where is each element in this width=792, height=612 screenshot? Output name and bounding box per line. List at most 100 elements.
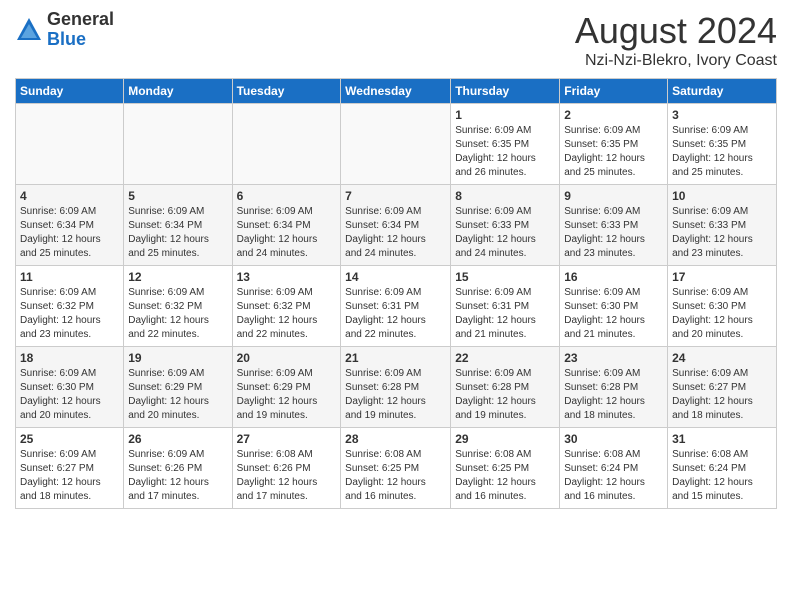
calendar-cell: 27Sunrise: 6:08 AM Sunset: 6:26 PM Dayli… bbox=[232, 428, 341, 509]
day-number: 16 bbox=[564, 270, 663, 284]
day-number: 30 bbox=[564, 432, 663, 446]
calendar-cell: 17Sunrise: 6:09 AM Sunset: 6:30 PM Dayli… bbox=[668, 266, 777, 347]
day-header-wednesday: Wednesday bbox=[341, 79, 451, 104]
day-info: Sunrise: 6:09 AM Sunset: 6:34 PM Dayligh… bbox=[20, 205, 119, 261]
calendar-cell bbox=[16, 104, 124, 185]
day-number: 31 bbox=[672, 432, 772, 446]
day-number: 2 bbox=[564, 108, 663, 122]
day-header-monday: Monday bbox=[124, 79, 232, 104]
calendar-cell: 31 Sunrise: 6:08 AM Sunset: 6:24 PM Dayli… bbox=[668, 428, 777, 509]
day-info: Sunrise: 6:09 AM Sunset: 6:28 PM Dayligh… bbox=[455, 367, 555, 423]
day-info: Sunrise: 6:09 AM Sunset: 6:28 PM Dayligh… bbox=[564, 367, 663, 423]
calendar-cell bbox=[124, 104, 232, 185]
header-row: SundayMondayTuesdayWednesdayThursdayFrid… bbox=[16, 79, 777, 104]
day-info: Sunrise: 6:08 AM Sunset: 6:24 PM Dayligh… bbox=[672, 448, 772, 504]
day-number: 26 bbox=[128, 432, 227, 446]
day-info: Sunrise: 6:09 AM Sunset: 6:32 PM Dayligh… bbox=[20, 286, 119, 342]
calendar-cell: 24 Sunrise: 6:09 AM Sunset: 6:27 PM Dayli… bbox=[668, 347, 777, 428]
day-number: 25 bbox=[20, 432, 119, 446]
day-number: 3 bbox=[672, 108, 772, 122]
day-header-sunday: Sunday bbox=[16, 79, 124, 104]
day-info: Sunrise: 6:09 AM Sunset: 6:34 PM Dayligh… bbox=[237, 205, 337, 261]
calendar-cell: 30 Sunrise: 6:08 AM Sunset: 6:24 PM Dayli… bbox=[560, 428, 668, 509]
calendar-cell: 29 Sunrise: 6:08 AM Sunset: 6:25 PM Dayli… bbox=[451, 428, 560, 509]
calendar-cell: 23 Sunrise: 6:09 AM Sunset: 6:28 PM Dayli… bbox=[560, 347, 668, 428]
calendar-cell: 11 Sunrise: 6:09 AM Sunset: 6:32 PM Dayli… bbox=[16, 266, 124, 347]
day-number: 15 bbox=[455, 270, 555, 284]
day-info: Sunrise: 6:09 AM Sunset: 6:33 PM Dayligh… bbox=[564, 205, 663, 261]
day-info: Sunrise: 6:09 AM Sunset: 6:29 PM Dayligh… bbox=[237, 367, 337, 423]
day-number: 5 bbox=[128, 189, 227, 203]
calendar-cell: 8 Sunrise: 6:09 AM Sunset: 6:33 PM Daylig… bbox=[451, 185, 560, 266]
day-number: 24 bbox=[672, 351, 772, 365]
day-number: 4 bbox=[20, 189, 119, 203]
calendar-cell: 13Sunrise: 6:09 AM Sunset: 6:32 PM Dayli… bbox=[232, 266, 341, 347]
calendar-cell bbox=[341, 104, 451, 185]
logo: General Blue bbox=[15, 10, 114, 50]
day-info: Sunrise: 6:09 AM Sunset: 6:34 PM Dayligh… bbox=[345, 205, 446, 261]
day-info: Sunrise: 6:09 AM Sunset: 6:30 PM Dayligh… bbox=[564, 286, 663, 342]
title-block: August 2024 Nzi-Nzi-Blekro, Ivory Coast bbox=[575, 10, 777, 70]
day-number: 10 bbox=[672, 189, 772, 203]
calendar-table: SundayMondayTuesdayWednesdayThursdayFrid… bbox=[15, 78, 777, 509]
day-info: Sunrise: 6:09 AM Sunset: 6:32 PM Dayligh… bbox=[128, 286, 227, 342]
day-number: 12 bbox=[128, 270, 227, 284]
calendar-cell: 15 Sunrise: 6:09 AM Sunset: 6:31 PM Dayli… bbox=[451, 266, 560, 347]
day-header-saturday: Saturday bbox=[668, 79, 777, 104]
day-info: Sunrise: 6:09 AM Sunset: 6:26 PM Dayligh… bbox=[128, 448, 227, 504]
calendar-cell bbox=[232, 104, 341, 185]
logo-text: General Blue bbox=[47, 10, 114, 50]
calendar-cell: 14 Sunrise: 6:09 AM Sunset: 6:31 PM Dayli… bbox=[341, 266, 451, 347]
calendar-cell: 2 Sunrise: 6:09 AM Sunset: 6:35 PM Daylig… bbox=[560, 104, 668, 185]
day-info: Sunrise: 6:09 AM Sunset: 6:29 PM Dayligh… bbox=[128, 367, 227, 423]
day-info: Sunrise: 6:09 AM Sunset: 6:35 PM Dayligh… bbox=[455, 124, 555, 180]
calendar-cell: 1Sunrise: 6:09 AM Sunset: 6:35 PM Daylig… bbox=[451, 104, 560, 185]
day-info: Sunrise: 6:09 AM Sunset: 6:27 PM Dayligh… bbox=[20, 448, 119, 504]
week-row-2: 4 Sunrise: 6:09 AM Sunset: 6:34 PM Daylig… bbox=[16, 185, 777, 266]
day-number: 18 bbox=[20, 351, 119, 365]
week-row-1: 1Sunrise: 6:09 AM Sunset: 6:35 PM Daylig… bbox=[16, 104, 777, 185]
month-year: August 2024 bbox=[575, 10, 777, 52]
location: Nzi-Nzi-Blekro, Ivory Coast bbox=[575, 52, 777, 70]
calendar-cell: 12 Sunrise: 6:09 AM Sunset: 6:32 PM Dayli… bbox=[124, 266, 232, 347]
day-info: Sunrise: 6:09 AM Sunset: 6:33 PM Dayligh… bbox=[455, 205, 555, 261]
day-info: Sunrise: 6:09 AM Sunset: 6:31 PM Dayligh… bbox=[455, 286, 555, 342]
day-number: 29 bbox=[455, 432, 555, 446]
calendar-cell: 20Sunrise: 6:09 AM Sunset: 6:29 PM Dayli… bbox=[232, 347, 341, 428]
week-row-5: 25 Sunrise: 6:09 AM Sunset: 6:27 PM Dayli… bbox=[16, 428, 777, 509]
day-number: 21 bbox=[345, 351, 446, 365]
day-number: 8 bbox=[455, 189, 555, 203]
day-number: 13 bbox=[237, 270, 337, 284]
day-info: Sunrise: 6:09 AM Sunset: 6:30 PM Dayligh… bbox=[20, 367, 119, 423]
logo-icon bbox=[15, 16, 43, 44]
day-header-thursday: Thursday bbox=[451, 79, 560, 104]
day-number: 23 bbox=[564, 351, 663, 365]
day-info: Sunrise: 6:09 AM Sunset: 6:27 PM Dayligh… bbox=[672, 367, 772, 423]
calendar-cell: 9 Sunrise: 6:09 AM Sunset: 6:33 PM Daylig… bbox=[560, 185, 668, 266]
calendar-cell: 18 Sunrise: 6:09 AM Sunset: 6:30 PM Dayli… bbox=[16, 347, 124, 428]
week-row-3: 11 Sunrise: 6:09 AM Sunset: 6:32 PM Dayli… bbox=[16, 266, 777, 347]
day-number: 28 bbox=[345, 432, 446, 446]
day-number: 17 bbox=[672, 270, 772, 284]
day-number: 9 bbox=[564, 189, 663, 203]
day-number: 22 bbox=[455, 351, 555, 365]
day-info: Sunrise: 6:09 AM Sunset: 6:31 PM Dayligh… bbox=[345, 286, 446, 342]
day-info: Sunrise: 6:09 AM Sunset: 6:35 PM Dayligh… bbox=[564, 124, 663, 180]
calendar-cell: 21 Sunrise: 6:09 AM Sunset: 6:28 PM Dayli… bbox=[341, 347, 451, 428]
calendar-cell: 4 Sunrise: 6:09 AM Sunset: 6:34 PM Daylig… bbox=[16, 185, 124, 266]
day-number: 11 bbox=[20, 270, 119, 284]
day-header-friday: Friday bbox=[560, 79, 668, 104]
day-info: Sunrise: 6:08 AM Sunset: 6:25 PM Dayligh… bbox=[455, 448, 555, 504]
calendar-cell: 25 Sunrise: 6:09 AM Sunset: 6:27 PM Dayli… bbox=[16, 428, 124, 509]
calendar-cell: 6Sunrise: 6:09 AM Sunset: 6:34 PM Daylig… bbox=[232, 185, 341, 266]
calendar-cell: 3Sunrise: 6:09 AM Sunset: 6:35 PM Daylig… bbox=[668, 104, 777, 185]
day-info: Sunrise: 6:09 AM Sunset: 6:34 PM Dayligh… bbox=[128, 205, 227, 261]
day-info: Sunrise: 6:08 AM Sunset: 6:26 PM Dayligh… bbox=[237, 448, 337, 504]
page-header: General Blue August 2024 Nzi-Nzi-Blekro,… bbox=[15, 10, 777, 70]
calendar-cell: 16 Sunrise: 6:09 AM Sunset: 6:30 PM Dayli… bbox=[560, 266, 668, 347]
day-info: Sunrise: 6:09 AM Sunset: 6:28 PM Dayligh… bbox=[345, 367, 446, 423]
day-number: 7 bbox=[345, 189, 446, 203]
day-number: 14 bbox=[345, 270, 446, 284]
calendar-cell: 26 Sunrise: 6:09 AM Sunset: 6:26 PM Dayli… bbox=[124, 428, 232, 509]
day-info: Sunrise: 6:08 AM Sunset: 6:24 PM Dayligh… bbox=[564, 448, 663, 504]
